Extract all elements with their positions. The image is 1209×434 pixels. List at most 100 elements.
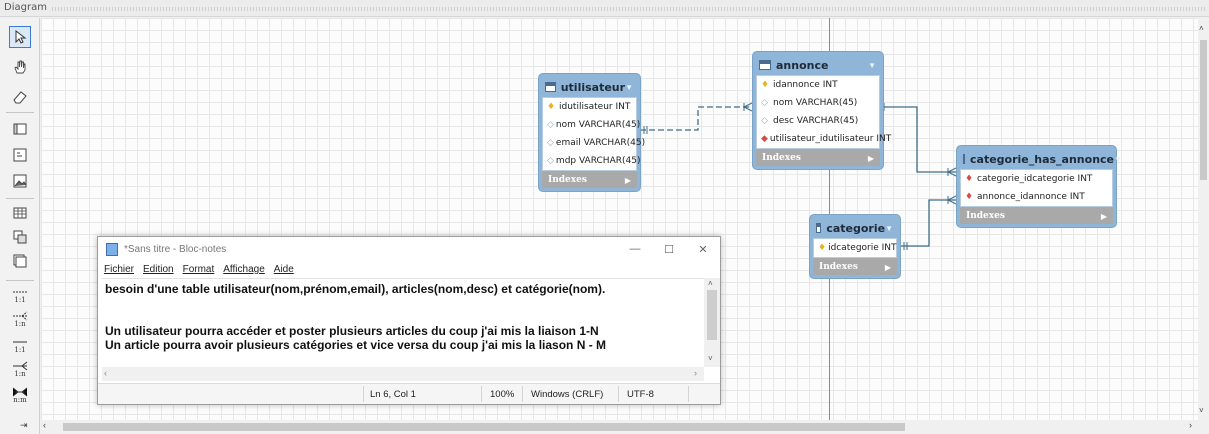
eraser-icon bbox=[13, 91, 27, 104]
collapse-arrow-icon[interactable]: ▼ bbox=[885, 224, 893, 233]
close-button[interactable]: ✕ bbox=[686, 243, 720, 256]
editor-horizontal-scrollbar[interactable]: ‹ › bbox=[102, 367, 704, 381]
scroll-down-icon[interactable]: ˅ bbox=[708, 354, 713, 363]
routine-group-tool[interactable] bbox=[9, 250, 31, 272]
collapse-arrow-icon[interactable]: ▼ bbox=[625, 83, 633, 92]
status-divider bbox=[522, 386, 523, 402]
text-editor[interactable]: besoin d'une table utilisateur(nom,préno… bbox=[102, 278, 707, 367]
cursor-icon bbox=[15, 29, 27, 44]
notepad-icon bbox=[106, 242, 118, 256]
scroll-thumb[interactable] bbox=[707, 290, 717, 340]
menu-edition[interactable]: Edition bbox=[143, 264, 174, 275]
table-header[interactable]: utilisateur ▼ bbox=[542, 77, 637, 97]
column-row[interactable]: ♦ annonce_idannonce INT bbox=[961, 188, 1112, 206]
scroll-up-icon[interactable]: ˄ bbox=[1199, 24, 1204, 33]
column-row[interactable]: ♦ idannonce INT bbox=[757, 76, 879, 94]
relation-1-1-tool[interactable]: 1:1 bbox=[9, 284, 31, 304]
navigator-icon[interactable]: ⇥ bbox=[20, 420, 28, 431]
routine-group-icon bbox=[13, 254, 27, 268]
indexes-section[interactable]: Indexes ▶ bbox=[960, 207, 1113, 224]
window-title: *Sans titre - Bloc-notes bbox=[124, 243, 227, 255]
indexes-section[interactable]: Indexes ▶ bbox=[813, 258, 897, 275]
image-icon bbox=[13, 174, 27, 188]
status-divider bbox=[618, 386, 619, 402]
menu-affichage[interactable]: Affichage bbox=[223, 264, 265, 275]
table-name: utilisateur bbox=[560, 80, 626, 94]
table-header[interactable]: categorie_has_annonce ▼ bbox=[960, 149, 1122, 169]
scroll-down-icon[interactable]: ˅ bbox=[1199, 406, 1204, 415]
foreign-key-icon: ♦ bbox=[965, 174, 974, 184]
relation-1-1-identifying-tool[interactable]: 1:1 bbox=[9, 334, 31, 354]
scroll-up-icon[interactable]: ˄ bbox=[708, 279, 713, 288]
indexes-label: Indexes bbox=[966, 210, 1005, 221]
column-list: ♦ idannonce INT ◇ nom VARCHAR(45) ◇ desc VA… bbox=[756, 75, 891, 149]
collapse-arrow-icon[interactable]: ▼ bbox=[1114, 155, 1122, 164]
toolbar-separator bbox=[6, 112, 34, 113]
menu-bar: Fichier Edition Format Affichage Aide bbox=[98, 261, 720, 278]
attribute-icon: ◇ bbox=[547, 138, 554, 148]
relation-utilisateur-annonce bbox=[640, 106, 752, 131]
foreign-key-icon: ♦ bbox=[965, 192, 974, 202]
view-tool[interactable] bbox=[9, 226, 31, 248]
scroll-right-icon[interactable]: › bbox=[1189, 420, 1192, 430]
relation-categorie-categorie_has_annonce bbox=[900, 199, 956, 247]
menu-fichier[interactable]: Fichier bbox=[104, 264, 134, 275]
attribute-icon: ◇ bbox=[547, 156, 554, 166]
column-row[interactable]: ◆ utilisateur_idutilisateur INT bbox=[757, 130, 891, 148]
column-name: mdp VARCHAR(45) bbox=[555, 156, 641, 166]
eraser-tool[interactable] bbox=[9, 86, 31, 108]
column-row[interactable]: ♦ idutilisateur INT bbox=[543, 98, 636, 116]
indexes-section[interactable]: Indexes ▶ bbox=[542, 171, 637, 188]
table-name: annonce bbox=[776, 58, 829, 72]
table-header[interactable]: categorie ▼ bbox=[813, 218, 897, 238]
table-name: categorie_has_annonce bbox=[970, 152, 1115, 166]
column-name: annonce_idannonce INT bbox=[977, 192, 1085, 202]
menu-format[interactable]: Format bbox=[183, 264, 215, 275]
menu-aide[interactable]: Aide bbox=[274, 264, 294, 275]
notepad-window[interactable]: *Sans titre - Bloc-notes — ☐ ✕ Fichier E… bbox=[97, 236, 721, 405]
column-list: ♦ categorie_idcategorie INT ♦ annonce_idan… bbox=[960, 169, 1113, 207]
vertical-scrollbar[interactable]: ˄ ˅ bbox=[1198, 18, 1209, 420]
column-name: nom VARCHAR(45) bbox=[773, 98, 858, 108]
status-divider bbox=[688, 386, 689, 402]
column-row[interactable]: ◇ email VARCHAR(45) bbox=[543, 134, 645, 152]
table-annonce[interactable]: annonce ▼ ♦ idannonce INT ◇ nom VARCHAR(45… bbox=[752, 51, 891, 170]
collapse-arrow-icon[interactable]: ▼ bbox=[868, 61, 876, 70]
column-row[interactable]: ♦ categorie_idcategorie INT bbox=[961, 170, 1112, 188]
status-bar: Ln 6, Col 1 100% Windows (CRLF) UTF-8 bbox=[98, 383, 720, 404]
note-tool[interactable] bbox=[9, 144, 31, 166]
pointer-tool[interactable] bbox=[9, 26, 31, 48]
relation-1-n-tool[interactable]: 1:n bbox=[9, 308, 31, 328]
scroll-thumb[interactable] bbox=[63, 423, 905, 431]
scroll-right-icon[interactable]: › bbox=[694, 368, 697, 378]
column-row[interactable]: ◇ mdp VARCHAR(45) bbox=[543, 152, 640, 170]
image-tool[interactable] bbox=[9, 170, 31, 192]
horizontal-scrollbar[interactable]: ‹ › bbox=[41, 420, 1198, 434]
table-utilisateur[interactable]: utilisateur ▼ ♦ idutilisateur INT ◇ nom VA… bbox=[538, 73, 645, 192]
toolbar-separator bbox=[6, 198, 34, 199]
table-categorie_has_annonce[interactable]: categorie_has_annonce ▼ ♦ categorie_idcat… bbox=[956, 145, 1122, 228]
minimize-button[interactable]: — bbox=[618, 243, 652, 256]
table-header[interactable]: annonce ▼ bbox=[756, 55, 880, 75]
relation-n-m-tool[interactable]: n:m bbox=[9, 384, 31, 404]
key-icon: ♦ bbox=[547, 102, 556, 112]
relation-1-n-identifying-tool[interactable]: 1:n bbox=[9, 358, 31, 378]
indexes-section[interactable]: Indexes ▶ bbox=[756, 149, 880, 166]
scroll-left-icon[interactable]: ‹ bbox=[104, 368, 107, 378]
expand-arrow-icon: ▶ bbox=[867, 152, 874, 163]
layer-tool[interactable] bbox=[9, 118, 31, 140]
maximize-button[interactable]: ☐ bbox=[652, 243, 686, 256]
table-categorie[interactable]: categorie ▼ ♦ idcategorie INT Indexes ▶ bbox=[809, 214, 901, 279]
column-row[interactable]: ◇ desc VARCHAR(45) bbox=[757, 112, 879, 130]
column-row[interactable]: ♦ idcategorie INT bbox=[814, 239, 897, 257]
window-titlebar[interactable]: *Sans titre - Bloc-notes — ☐ ✕ bbox=[98, 237, 720, 261]
table-tool[interactable] bbox=[9, 202, 31, 224]
table-name: categorie bbox=[826, 221, 886, 235]
scroll-thumb[interactable] bbox=[1200, 40, 1207, 180]
diagram-title: Diagram bbox=[4, 2, 47, 13]
hand-tool[interactable] bbox=[9, 56, 31, 78]
column-row[interactable]: ◇ nom VARCHAR(45) bbox=[543, 116, 640, 134]
scroll-left-icon[interactable]: ‹ bbox=[43, 420, 46, 430]
column-row[interactable]: ◇ nom VARCHAR(45) bbox=[757, 94, 879, 112]
editor-vertical-scrollbar[interactable]: ˄ ˅ bbox=[704, 278, 720, 367]
